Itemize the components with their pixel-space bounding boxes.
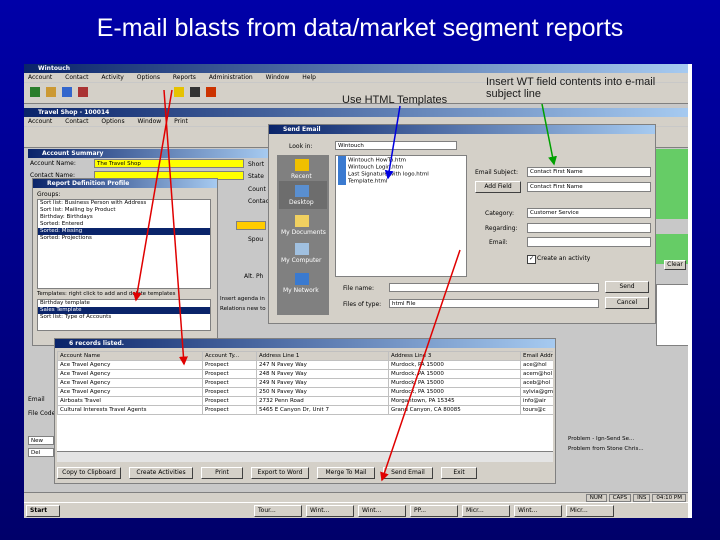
arrow-to-records — [163, 89, 188, 366]
screenshot: Wintouch Account Contact Activity Option… — [24, 64, 688, 518]
arrow-to-send-email — [380, 249, 461, 482]
slide-title: E-mail blasts from data/market segment r… — [96, 14, 624, 42]
arrow-to-subject — [541, 103, 557, 166]
annotation-arrows — [132, 89, 557, 482]
arrow-to-template-file — [384, 105, 401, 180]
